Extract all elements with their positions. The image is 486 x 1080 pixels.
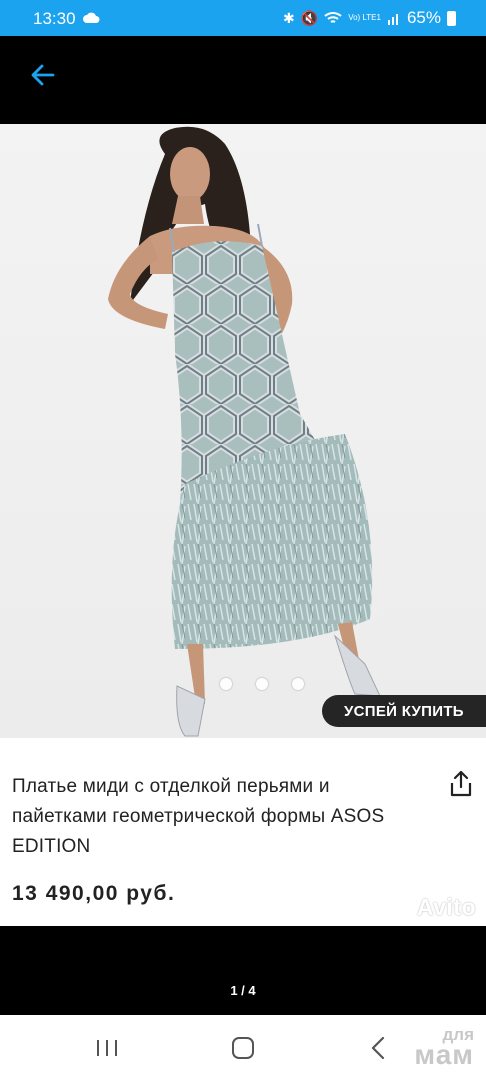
promo-badge[interactable]: УСПЕЙ КУПИТЬ bbox=[322, 695, 486, 727]
product-price: 13 490,00 руб. bbox=[12, 882, 176, 905]
share-icon[interactable] bbox=[448, 770, 474, 798]
volte-label: Vo) LTE1 bbox=[348, 13, 381, 22]
signal-icon bbox=[387, 14, 398, 25]
battery-icon bbox=[447, 10, 456, 26]
battery-percent: 65% bbox=[406, 8, 441, 27]
arrow-left-icon[interactable] bbox=[26, 58, 60, 92]
gallery-dot[interactable] bbox=[256, 678, 268, 690]
status-icons: ✱ 🔇 Vo) LTE1 65% bbox=[283, 8, 456, 28]
watermark-big: мам bbox=[414, 1039, 474, 1070]
dress-model-image bbox=[108, 126, 381, 737]
home-icon[interactable] bbox=[228, 1033, 258, 1063]
product-photo[interactable] bbox=[0, 124, 486, 738]
gallery-dot[interactable] bbox=[220, 678, 232, 690]
recent-apps-icon[interactable] bbox=[92, 1033, 122, 1063]
back-chevron-icon[interactable] bbox=[364, 1033, 394, 1063]
site-watermark: для мам bbox=[394, 1025, 474, 1070]
gallery-dots bbox=[220, 678, 304, 690]
product-info-panel: Платье миди с отделкой перьями и пайетка… bbox=[0, 738, 486, 926]
gallery-dot[interactable] bbox=[292, 678, 304, 690]
status-time: 13:30 bbox=[33, 9, 76, 28]
bluetooth-icon: ✱ bbox=[283, 9, 295, 26]
system-navigation-bar: для мам bbox=[0, 1015, 486, 1080]
top-app-bar bbox=[0, 36, 486, 124]
image-counter: 1 / 4 bbox=[230, 983, 256, 998]
cloud-icon bbox=[83, 12, 100, 23]
product-title: Платье миди с отделкой перьями и пайетка… bbox=[12, 776, 385, 857]
image-counter-bar: 1 / 4 bbox=[0, 926, 486, 1015]
mute-icon: 🔇 bbox=[300, 9, 319, 26]
status-bar: 13:30 ✱ 🔇 Vo) LTE1 65% bbox=[0, 0, 486, 36]
avito-watermark: Avito bbox=[416, 894, 476, 920]
wifi-icon bbox=[324, 12, 342, 23]
